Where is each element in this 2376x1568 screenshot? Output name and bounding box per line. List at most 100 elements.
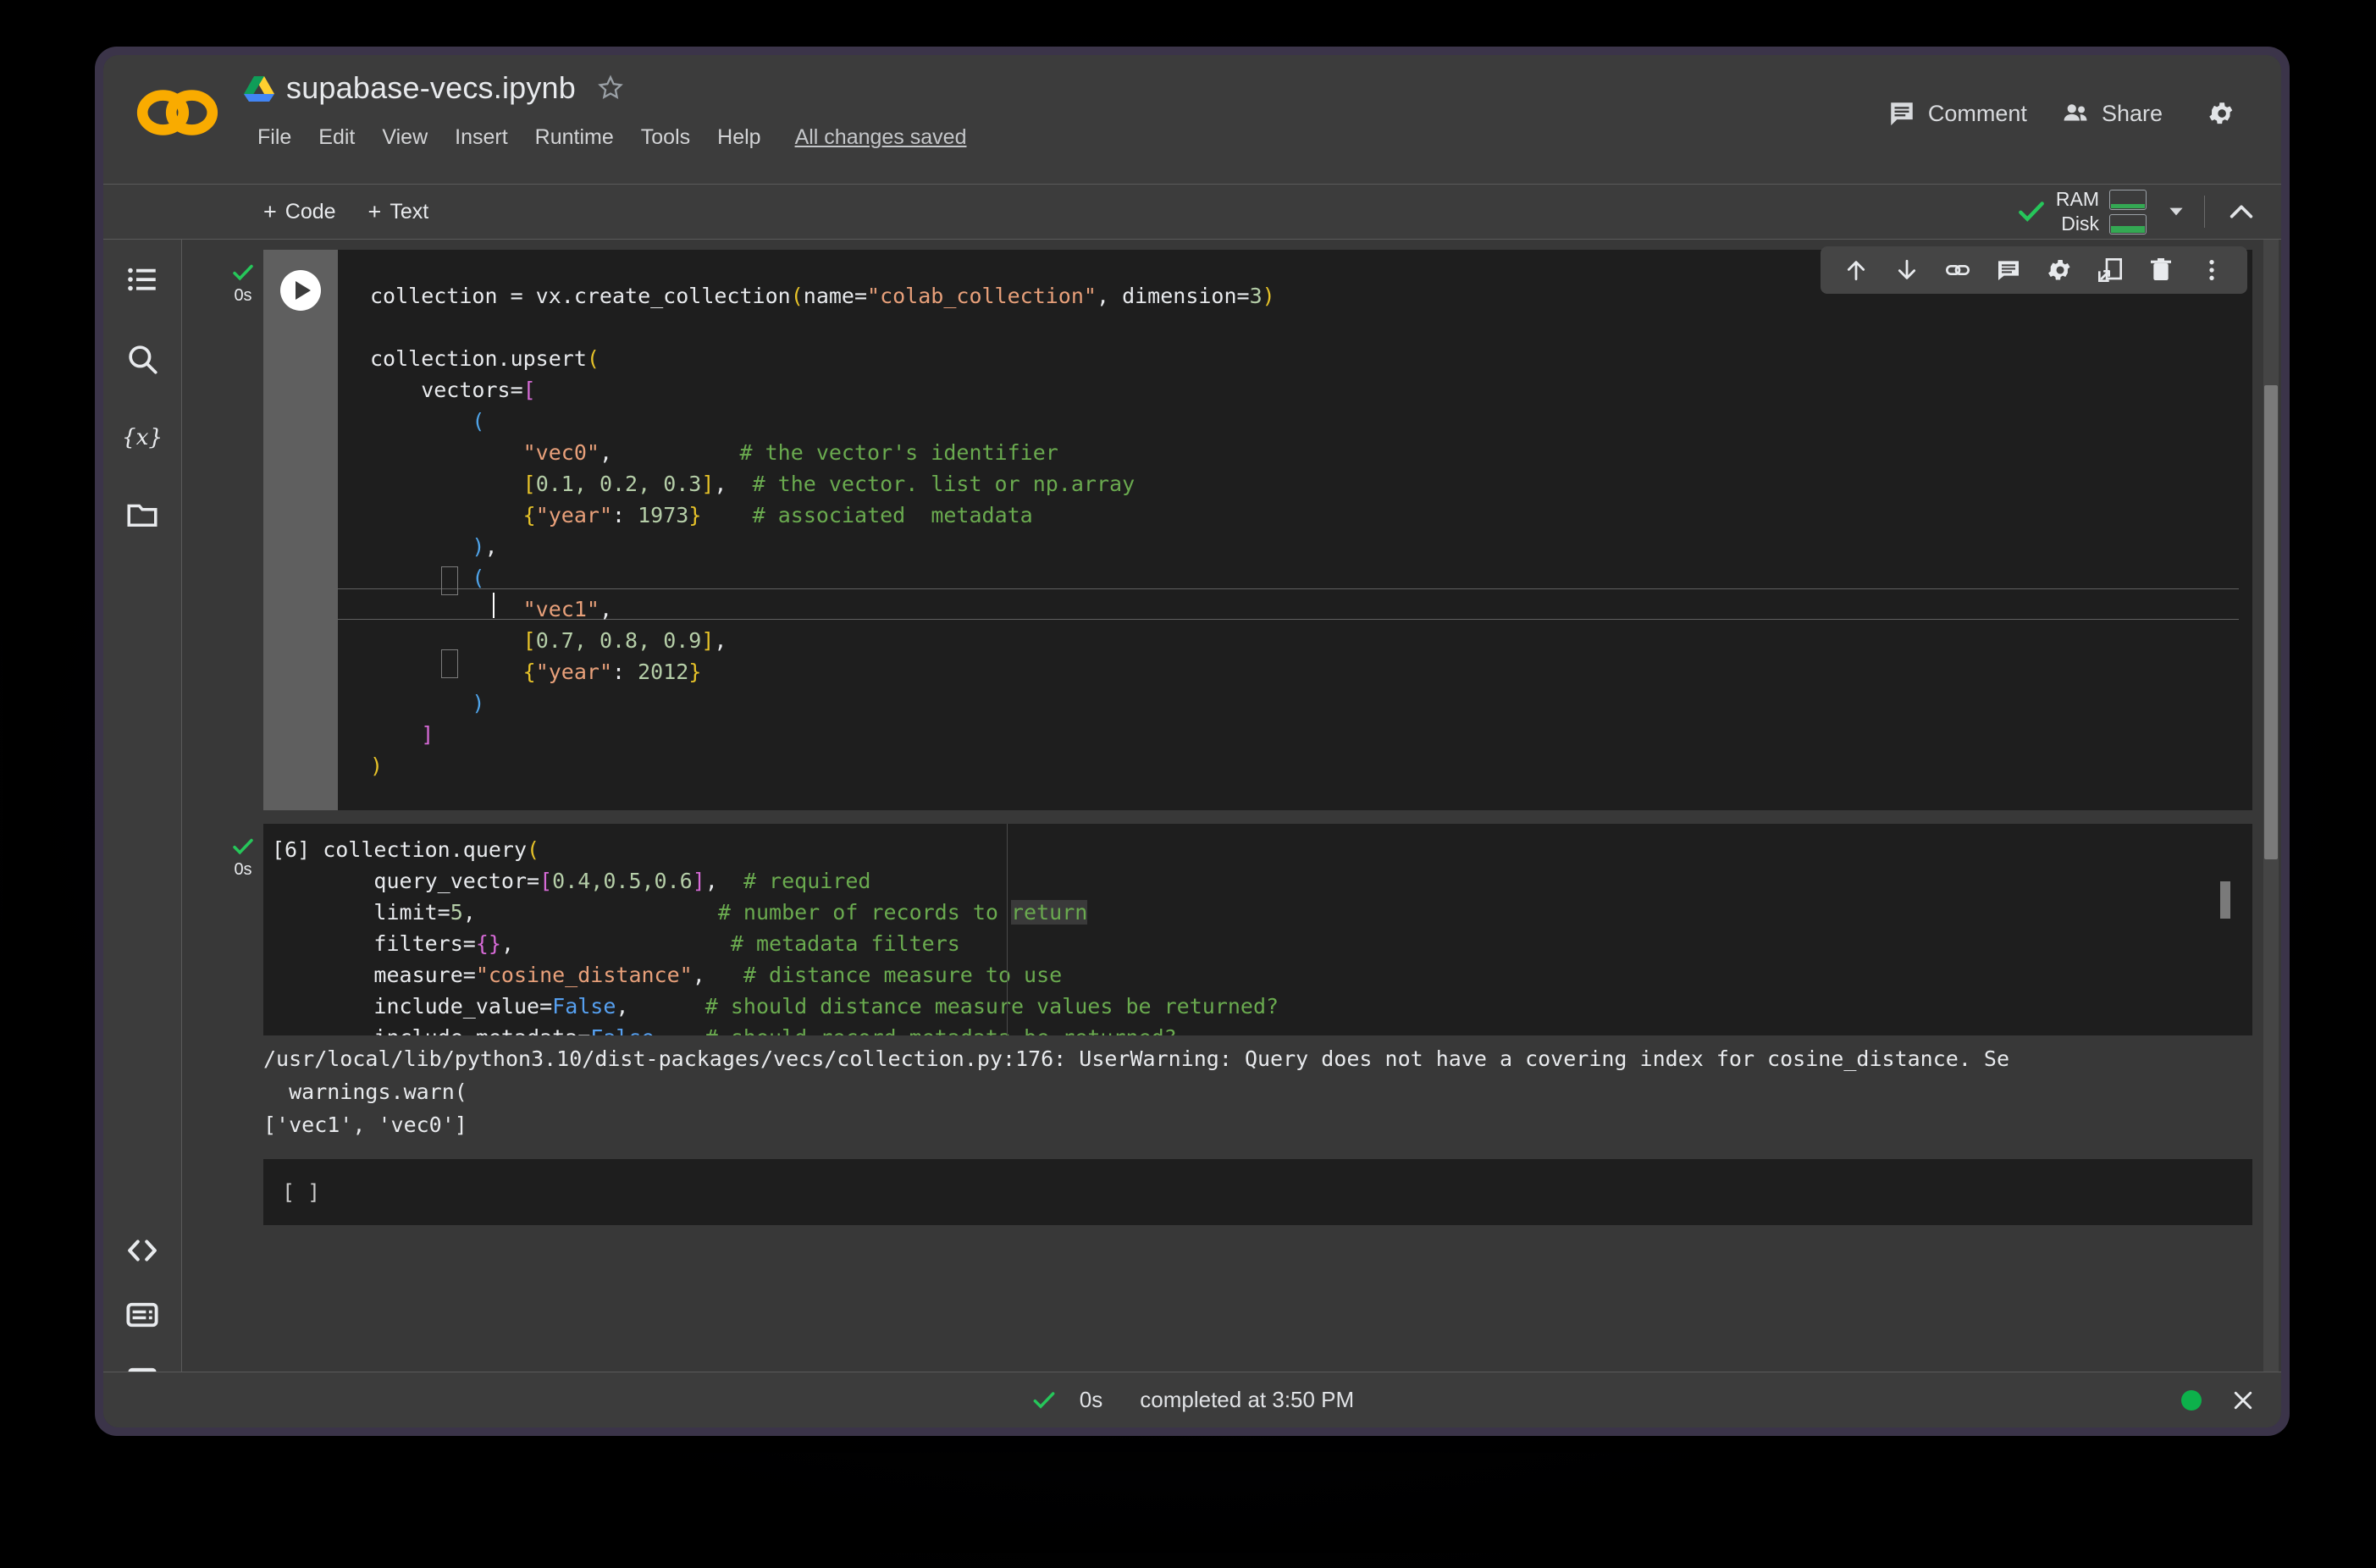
execution-count: [ ] (282, 1180, 320, 1205)
menu-help[interactable]: Help (704, 121, 774, 154)
code-token: , dimension= (1097, 284, 1250, 308)
google-drive-icon (244, 75, 274, 102)
add-text-cell-button[interactable]: + Text (356, 195, 441, 229)
code-line: ] (370, 719, 1275, 750)
code-token (370, 597, 523, 621)
code-cell[interactable]: 0s [6] collection.query( query_vector=[0… (223, 824, 2252, 1035)
menu-view[interactable]: View (368, 121, 441, 154)
code-token: , (655, 1025, 705, 1035)
link-icon[interactable] (1944, 257, 1971, 284)
code-token: collection.upsert (370, 346, 587, 371)
code-token: , (616, 994, 705, 1019)
code-token: # associated metadata (753, 503, 1033, 527)
chevron-up-icon[interactable] (2227, 197, 2256, 226)
document-title-row: supabase-vecs.ipynb (244, 70, 625, 106)
add-text-label: Text (390, 200, 428, 224)
cell-source[interactable]: collection = vx.create_collection(name="… (370, 280, 1275, 781)
menu-edit[interactable]: Edit (305, 121, 368, 154)
notebook-scrollbar-thumb[interactable] (2264, 385, 2278, 859)
run-cell-button[interactable] (280, 270, 321, 311)
code-cell[interactable]: 0s collection = vx.create (223, 250, 2252, 810)
arrow-up-icon[interactable] (1843, 257, 1870, 284)
code-token: # should record metadata be returned? (705, 1025, 1177, 1035)
code-token: : (612, 503, 638, 527)
cell-scrollbar-thumb[interactable] (2220, 881, 2230, 919)
star-outline-icon[interactable] (596, 74, 625, 102)
notebook-scroll-area[interactable]: 0s collection = vx.create (182, 240, 2281, 1427)
cell-exec-time: 0s (223, 860, 263, 880)
people-icon (2061, 99, 2090, 128)
code-line: vectors=[ (370, 374, 1275, 406)
ram-label: RAM (2056, 188, 2099, 211)
comment-label: Comment (1928, 101, 2027, 127)
code-token: # required (743, 869, 871, 893)
gear-icon[interactable] (2046, 257, 2073, 284)
trash-icon[interactable] (2147, 257, 2174, 284)
code-line: ) (370, 750, 1275, 781)
sidebar-item-table-of-contents[interactable] (124, 262, 160, 297)
code-line: ) (370, 687, 1275, 719)
cell-source[interactable]: [6] collection.query( query_vector=[0.4,… (272, 834, 1279, 1035)
status-exec-time: 0s (1080, 1387, 1102, 1413)
open-in-new-icon[interactable] (2097, 257, 2124, 284)
share-button[interactable]: Share (2044, 91, 2180, 136)
screen: supabase-vecs.ipynb File Edit View Inser… (0, 0, 2376, 1568)
add-code-cell-button[interactable]: + Code (251, 195, 348, 229)
code-line: collection = vx.create_collection(name="… (370, 280, 1275, 312)
code-token (370, 566, 472, 590)
code-token: 0.1, 0.2, 0.3 (536, 472, 702, 496)
cell-editor[interactable]: [6] collection.query( query_vector=[0.4,… (263, 824, 2252, 1035)
save-status-link[interactable]: All changes saved (782, 121, 981, 154)
cell-exec-time: 0s (223, 286, 263, 306)
menu-file[interactable]: File (244, 121, 305, 154)
code-token: include_metadata= (272, 1025, 590, 1035)
code-token (370, 691, 472, 715)
left-sidebar: {x} (103, 240, 182, 1427)
close-icon[interactable] (2230, 1388, 2256, 1413)
notebook-scrollbar[interactable] (2263, 240, 2279, 1427)
add-code-label: Code (285, 200, 336, 224)
colab-logo[interactable] (135, 84, 218, 141)
code-token: [ (523, 472, 536, 496)
code-line: "vec1", (370, 594, 1275, 625)
code-token: ( (472, 566, 484, 590)
page-title[interactable]: supabase-vecs.ipynb (286, 70, 576, 106)
browser-window: supabase-vecs.ipynb File Edit View Inser… (95, 47, 2290, 1436)
menu-tools[interactable]: Tools (627, 121, 704, 154)
code-token: ] (693, 869, 705, 893)
sidebar-item-code-snippets[interactable] (124, 1233, 160, 1268)
menubar: File Edit View Insert Runtime Tools Help… (244, 121, 980, 154)
code-token: {} (476, 931, 501, 956)
code-token: [6] collection.query (272, 837, 527, 862)
comment-icon[interactable] (1995, 257, 2022, 284)
sidebar-item-command-palette[interactable] (124, 1297, 160, 1333)
menu-runtime[interactable]: Runtime (522, 121, 627, 154)
sidebar-item-find-and-replace[interactable] (124, 341, 160, 377)
colab-app: supabase-vecs.ipynb File Edit View Inser… (103, 55, 2281, 1427)
code-token: ) (1263, 284, 1275, 308)
menu-insert[interactable]: Insert (441, 121, 522, 154)
code-line: ( (370, 562, 1275, 594)
check-icon (230, 834, 256, 859)
code-token: measure= (272, 963, 476, 987)
sidebar-item-files[interactable] (124, 497, 160, 533)
more-vertical-icon[interactable] (2198, 257, 2225, 284)
code-token: : (612, 660, 638, 684)
sidebar-item-variables[interactable]: {x} (124, 419, 160, 455)
code-token (370, 409, 472, 433)
empty-code-cell[interactable]: [ ] (223, 1159, 2252, 1225)
comment-button[interactable]: Comment (1870, 91, 2044, 136)
chevron-down-icon[interactable] (2165, 201, 2187, 223)
plus-icon: + (263, 201, 277, 224)
settings-button[interactable] (2190, 91, 2252, 136)
resource-meters[interactable]: RAM Disk (2056, 188, 2147, 235)
arrow-down-icon[interactable] (1893, 257, 1920, 284)
code-token (701, 503, 752, 527)
code-token: ( (587, 346, 600, 371)
code-token: ) (472, 534, 484, 559)
check-icon (1031, 1387, 1058, 1414)
cell-editor[interactable]: [ ] (263, 1159, 2252, 1225)
cell-editor[interactable]: collection = vx.create_collection(name="… (338, 250, 2252, 810)
code-line: measure="cosine_distance", # distance me… (272, 959, 1279, 991)
cell-status-gutter: 0s (223, 824, 263, 1035)
